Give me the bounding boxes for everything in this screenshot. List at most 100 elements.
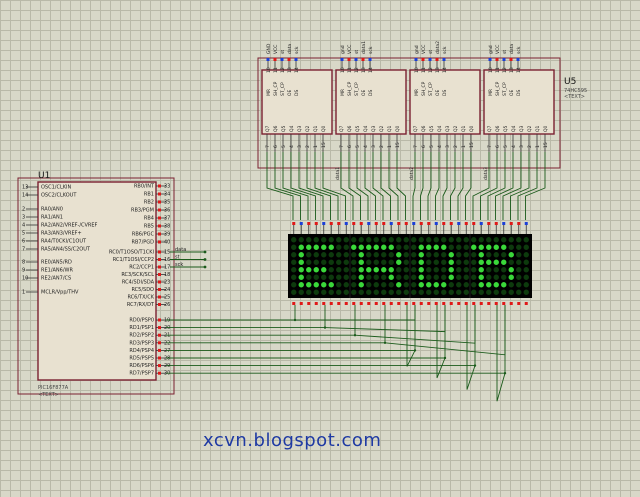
output-pin-name: Q1	[387, 125, 393, 132]
mcu-net-labels: data stsck	[170, 247, 207, 269]
pin-number: 23	[164, 280, 170, 286]
pin-name: RD4/PSP4	[129, 348, 154, 354]
led-off	[486, 237, 492, 243]
led-off	[291, 237, 297, 243]
pin-state-marker	[158, 348, 161, 352]
led-off	[493, 237, 499, 243]
pin-state-marker	[280, 58, 284, 61]
u1-part-label: PIC16F877A	[38, 385, 69, 391]
pin-state-marker	[368, 58, 372, 61]
led-off	[418, 289, 424, 295]
led-on	[313, 267, 319, 273]
led-off	[448, 289, 454, 295]
pin-state-marker	[158, 371, 161, 375]
led-off	[388, 289, 394, 295]
led-off	[426, 274, 432, 280]
pin-name: RC1/T1OSI/CCP2	[113, 257, 154, 263]
led-on	[373, 267, 379, 273]
led-off	[403, 282, 409, 288]
pin-name: RA5/AN4/SS/C2OUT	[41, 247, 91, 253]
led-off	[516, 282, 522, 288]
column-pin-marker	[329, 222, 333, 225]
output-pin-name: Q7	[487, 125, 493, 132]
pin-name: RB5	[144, 224, 154, 230]
led-off	[463, 259, 469, 265]
led-off	[418, 237, 424, 243]
pin-number: 27	[164, 348, 170, 354]
pin-name: RA4/T0CKI/C1OUT	[41, 239, 87, 245]
column-wire	[298, 152, 324, 220]
pin-number: 17	[164, 265, 170, 271]
led-on	[508, 274, 514, 280]
row-pin-marker	[434, 302, 438, 305]
led-off	[403, 237, 409, 243]
pin-state-marker	[294, 58, 298, 61]
pin-state-marker	[158, 250, 161, 254]
led-off	[313, 237, 319, 243]
led-on	[418, 267, 424, 273]
led-off	[508, 259, 514, 265]
led-on	[426, 282, 432, 288]
led-matrix-display[interactable]	[288, 222, 532, 305]
pin-state-marker	[158, 265, 161, 269]
led-off	[516, 267, 522, 273]
output-pin-name: Q1	[461, 125, 467, 132]
led-off	[516, 252, 522, 258]
row-pin-marker	[352, 302, 356, 305]
pic-microcontroller[interactable]: 13 OSC1/CLKIN14 OSC2/CLKOUT2 RA0/AN03 RA1/AN…	[22, 181, 170, 381]
led-off	[456, 289, 462, 295]
led-off	[336, 252, 342, 258]
pin-number: 15	[164, 250, 170, 256]
row-pin-marker	[442, 302, 446, 305]
column-wire	[420, 152, 424, 220]
led-off	[516, 259, 522, 265]
led-off	[411, 282, 417, 288]
output-pin-number: 3	[371, 145, 377, 148]
pin-number: 13	[287, 67, 293, 73]
pin-number: 13	[361, 67, 367, 73]
led-off	[351, 274, 357, 280]
led-on	[418, 274, 424, 280]
led-on	[501, 282, 507, 288]
led-off	[523, 289, 529, 295]
led-off	[321, 274, 327, 280]
pin-name: OSC1/CLKIN	[41, 185, 71, 191]
led-on	[328, 244, 334, 250]
pin-name: RA2/AN2/VREF-/CVREF	[41, 223, 98, 229]
led-on	[493, 259, 499, 265]
shift-register-chip-4[interactable]: gnd10MRVCC11SH_CPst12ST_CPdata13OEsck14D…	[472, 44, 555, 220]
led-off	[366, 274, 372, 280]
shift-register-chip-3[interactable]: gnd10MRVCC11SH_CPst12ST_CPdata213OEsck14…	[409, 41, 481, 220]
output-pin-number: 15	[321, 142, 327, 148]
shift-register-chip-2[interactable]: gnd10MRVCC11SH_CPst12ST_CPdata113OEsck14…	[335, 41, 407, 220]
pin-number: 10	[266, 67, 272, 73]
led-off	[291, 244, 297, 250]
column-pin-marker	[427, 222, 431, 225]
pin-number: 6	[22, 239, 25, 245]
output-pin-number: 1	[313, 145, 319, 148]
led-off	[426, 267, 432, 273]
led-on	[478, 252, 484, 258]
pin-state-marker	[435, 58, 439, 61]
pin-state-marker	[158, 288, 161, 291]
led-off	[508, 289, 514, 295]
pin-state-marker	[158, 326, 161, 330]
column-wire	[487, 152, 506, 220]
led-off	[388, 252, 394, 258]
led-off	[313, 252, 319, 258]
led-on	[478, 267, 484, 273]
led-off	[396, 289, 402, 295]
output-pin-number: 2	[527, 145, 533, 148]
column-pin-marker	[292, 222, 296, 225]
led-off	[411, 267, 417, 273]
led-off	[463, 274, 469, 280]
pin-net-label: gnd	[340, 45, 346, 54]
shift-register-chip-1[interactable]: GND10MRVCC11SH_CPst12ST_CPdata13OEsck14D…	[261, 43, 346, 220]
led-off	[381, 237, 387, 243]
pin-name: RD3/PSP3	[129, 340, 154, 346]
output-pin-name: Q5	[429, 125, 435, 132]
pin-name: OE	[361, 89, 367, 96]
output-pin-number: 5	[355, 145, 361, 148]
output-pin-name: Q5	[281, 125, 287, 132]
led-off	[306, 274, 312, 280]
